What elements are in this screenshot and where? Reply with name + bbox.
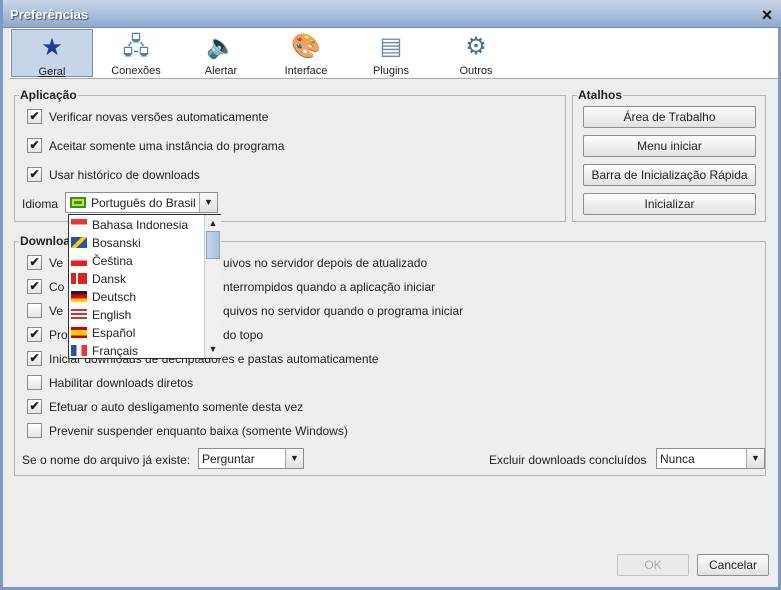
file-exists-select[interactable]: Perguntar ▼ (198, 448, 304, 469)
checkbox[interactable]: ✔ (27, 138, 42, 153)
tools-icon: ⚙ (465, 33, 487, 60)
flag-icon (71, 291, 87, 302)
title-bar[interactable]: Preferências × (3, 0, 781, 28)
tab-interface[interactable]: 🎨 Interface (265, 29, 347, 77)
window-title: Preferências (10, 7, 89, 22)
tab-geral[interactable]: ★ Geral (11, 29, 93, 78)
scroll-up-icon[interactable]: ▲ (205, 215, 221, 231)
ok-button[interactable]: OK (617, 554, 689, 576)
close-icon[interactable]: × (757, 5, 777, 25)
language-option[interactable]: Français (70, 342, 204, 360)
scrollbar-thumb[interactable] (206, 231, 220, 259)
flag-icon (71, 255, 87, 266)
checkbox[interactable]: ✔ (27, 255, 42, 270)
file-exists-label: Se o nome do arquivo já existe: (22, 453, 191, 467)
language-option[interactable]: Dansk (70, 270, 204, 288)
idioma-label: Idioma (22, 197, 59, 211)
cancel-button[interactable]: Cancelar (697, 554, 769, 576)
startup-button[interactable]: Inicializar (583, 193, 756, 215)
language-option[interactable]: English (70, 306, 204, 324)
palette-icon: 🎨 (291, 33, 321, 60)
language-option[interactable]: Bahasa Indonesia (70, 216, 204, 234)
flag-icon (71, 219, 87, 230)
preferences-window: Preferências × ★ Geral 🖧 Conexões 🔈 Alertar… (0, 0, 781, 590)
checkbox[interactable]: ✔ (27, 279, 42, 294)
group-title: Downloa (19, 234, 71, 248)
gear-star-icon: ★ (41, 34, 63, 61)
checkbox[interactable]: ✔ (27, 167, 42, 182)
tab-plugins[interactable]: ▤ Plugins (350, 29, 432, 77)
checkbox[interactable]: ✔ (27, 399, 42, 414)
checkbox[interactable]: ✔ (27, 109, 42, 124)
desktop-shortcut-button[interactable]: Área de Trabalho (583, 106, 756, 128)
language-dropdown-list[interactable]: Bahasa Indonesia Bosanski Čeština Dansk Deut… (68, 214, 221, 359)
language-select[interactable]: Português do Brasil ▼ (65, 192, 218, 213)
tab-alertar[interactable]: 🔈 Alertar (180, 29, 262, 77)
option-label: Ve (49, 256, 64, 270)
tab-outros[interactable]: ⚙ Outros (435, 29, 517, 77)
chevron-down-icon[interactable]: ▼ (746, 449, 764, 468)
language-option[interactable]: Čeština (70, 252, 204, 270)
group-title: Aplicação (19, 88, 78, 102)
option-label: Prevenir suspender enquanto baixa (somen… (49, 424, 348, 438)
tab-conexoes[interactable]: 🖧 Conexões (95, 29, 177, 77)
option-label: Ve (49, 304, 64, 318)
option-label: Co (49, 280, 65, 294)
flag-icon (71, 273, 87, 284)
language-option[interactable]: Español (70, 324, 204, 342)
checkbox[interactable]: ✔ (27, 351, 42, 366)
language-option[interactable]: Bosanski (70, 234, 204, 252)
option-label: Pro (49, 328, 68, 342)
chevron-down-icon[interactable]: ▼ (285, 449, 303, 468)
scrollbar[interactable]: ▲ ▼ (204, 215, 221, 358)
network-icon: 🖧 (122, 33, 150, 60)
scroll-down-icon[interactable]: ▼ (205, 341, 221, 357)
flag-icon (71, 309, 87, 320)
checkbox[interactable] (27, 375, 42, 390)
option-label: Aceitar somente uma instância do program… (49, 139, 285, 153)
group-title: Atalhos (577, 88, 624, 102)
option-label: Usar histórico de downloads (49, 168, 200, 182)
speaker-icon: 🔈 (206, 33, 236, 60)
flag-icon (71, 327, 87, 338)
option-label: Verificar novas versões automaticamente (49, 110, 269, 124)
delete-completed-label: Excluir downloads concluídos (489, 453, 647, 467)
checkbox[interactable] (27, 423, 42, 438)
flag-icon (71, 345, 87, 356)
category-toolbar: ★ Geral 🖧 Conexões 🔈 Alertar 🎨 Interface ▤ Pl… (10, 28, 778, 79)
option-label-continued: quivos no servidor quando o programa ini… (223, 304, 464, 318)
flag-icon (71, 237, 87, 248)
delete-completed-select[interactable]: Nunca ▼ (656, 448, 765, 469)
option-label-continued: do topo (223, 328, 264, 342)
checkbox[interactable]: ✔ (27, 327, 42, 342)
start-menu-button[interactable]: Menu iniciar (583, 135, 756, 157)
language-option[interactable]: Deutsch (70, 288, 204, 306)
chevron-down-icon[interactable]: ▼ (199, 193, 217, 212)
brazil-flag-icon (70, 197, 86, 208)
option-label: Efetuar o auto desligamento somente dest… (49, 400, 304, 414)
plugin-icon: ▤ (379, 33, 403, 60)
checkbox[interactable] (27, 303, 42, 318)
option-label: Habilitar downloads diretos (49, 376, 194, 390)
option-label-continued: uivos no servidor depois de atualizado (223, 256, 428, 270)
option-label-continued: nterrompidos quando a aplicação iniciar (223, 280, 436, 294)
quick-launch-button[interactable]: Barra de Inicialização Rápida (583, 164, 756, 186)
